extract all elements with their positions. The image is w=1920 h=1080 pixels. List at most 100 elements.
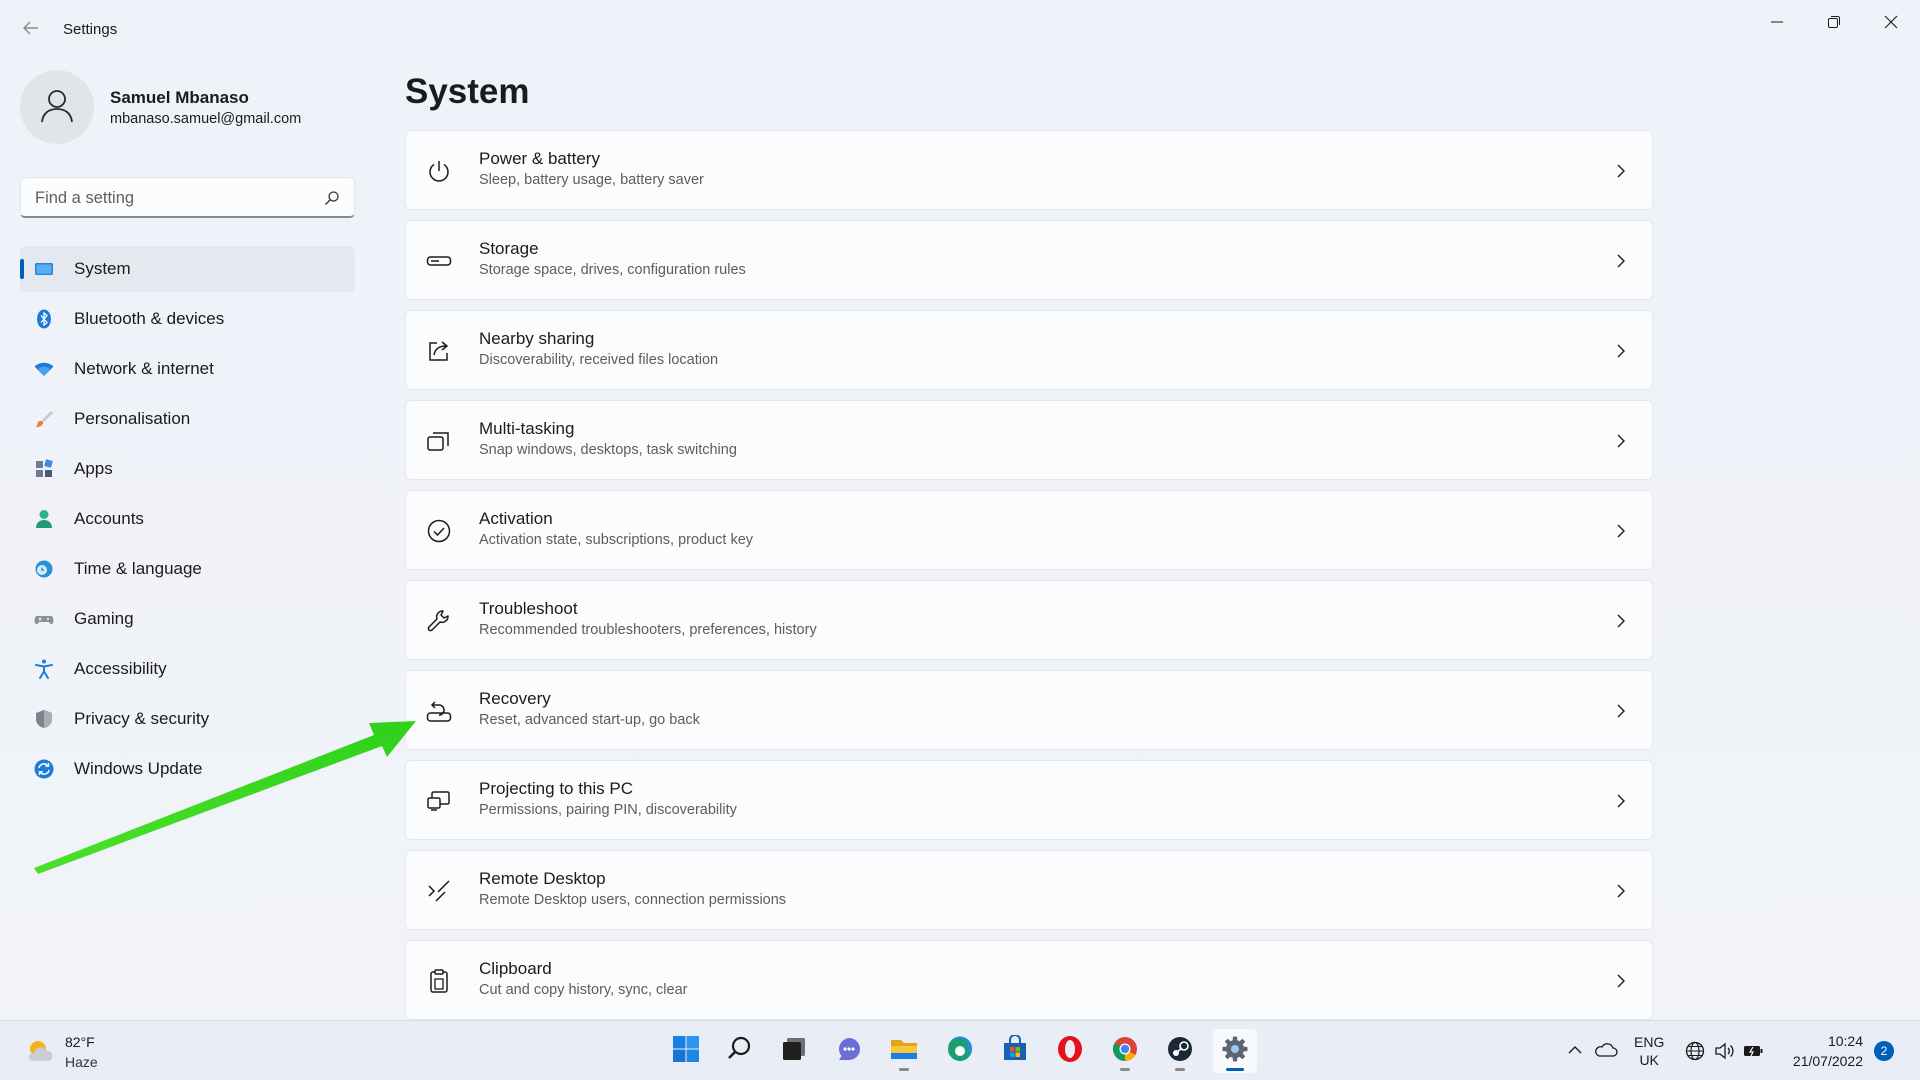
card-title: Remote Desktop: [479, 869, 606, 888]
running-indicator: [1175, 1068, 1185, 1071]
card-clipboard[interactable]: Clipboard Cut and copy history, sync, cl…: [405, 940, 1653, 1020]
sidebar-item-bluetooth[interactable]: Bluetooth & devices: [20, 296, 355, 342]
bluetooth-icon: [33, 308, 55, 330]
shield-icon: [33, 708, 55, 730]
sidebar-item-gaming[interactable]: Gaming: [20, 596, 355, 642]
settings-card-list: Power & battery Sleep, battery usage, ba…: [405, 130, 1653, 1030]
card-description: Sleep, battery usage, battery saver: [479, 172, 704, 188]
taskbar-search-button[interactable]: [718, 1029, 762, 1073]
card-description: Snap windows, desktops, task switching: [479, 442, 737, 458]
card-title: Nearby sharing: [479, 329, 595, 348]
sidebar-item-accounts[interactable]: Accounts: [20, 496, 355, 542]
sidebar-item-time-language[interactable]: Time & language: [20, 546, 355, 592]
taskbar-opera[interactable]: [1048, 1029, 1092, 1073]
settings-gear-icon: [1221, 1035, 1249, 1068]
taskbar-edge[interactable]: [938, 1029, 982, 1073]
card-title: Projecting to this PC: [479, 779, 634, 798]
windows-start-icon: [672, 1035, 700, 1068]
maximize-icon[interactable]: [1811, 6, 1857, 38]
taskbar-start-button[interactable]: [664, 1029, 708, 1073]
task-view-icon: [780, 1035, 808, 1068]
sidebar-item-personalisation[interactable]: Personalisation: [20, 396, 355, 442]
language-indicator[interactable]: ENG UK: [1634, 1033, 1664, 1069]
card-title: Troubleshoot: [479, 599, 578, 618]
weather-temperature[interactable]: 82°F: [65, 1034, 95, 1050]
title-bar: Settings: [0, 0, 1920, 60]
network-globe-icon[interactable]: [1684, 1040, 1706, 1062]
card-description: Reset, advanced start-up, go back: [479, 712, 700, 728]
check-circle-icon: [426, 518, 452, 544]
sidebar-item-network[interactable]: Network & internet: [20, 346, 355, 392]
card-nearby-sharing[interactable]: Nearby sharing Discoverability, received…: [405, 310, 1653, 390]
apps-icon: [33, 458, 55, 480]
onedrive-cloud-icon[interactable]: [1594, 1039, 1618, 1061]
taskbar-store[interactable]: [993, 1029, 1037, 1073]
brush-icon: [33, 408, 55, 430]
chevron-right-icon: [1614, 703, 1628, 719]
volume-icon[interactable]: [1713, 1040, 1735, 1062]
taskbar-task-view-button[interactable]: [772, 1029, 816, 1073]
close-icon[interactable]: [1868, 6, 1914, 38]
person-icon: [37, 85, 77, 130]
card-title: Storage: [479, 239, 539, 258]
card-storage[interactable]: Storage Storage space, drives, configura…: [405, 220, 1653, 300]
avatar[interactable]: [20, 70, 94, 144]
chrome-icon: [1111, 1035, 1139, 1068]
wifi-icon: [33, 358, 55, 380]
card-description: Permissions, pairing PIN, discoverabilit…: [479, 802, 737, 818]
sidebar-item-label: Accessibility: [74, 659, 167, 678]
sidebar-item-apps[interactable]: Apps: [20, 446, 355, 492]
sidebar-item-label: Network & internet: [74, 359, 214, 378]
sidebar-item-accessibility[interactable]: Accessibility: [20, 646, 355, 692]
sidebar-item-label: Time & language: [74, 559, 202, 578]
taskbar-steam[interactable]: [1158, 1029, 1202, 1073]
chevron-right-icon: [1614, 343, 1628, 359]
card-title: Clipboard: [479, 959, 552, 978]
sidebar-item-system[interactable]: System: [20, 246, 355, 292]
battery-charging-icon[interactable]: [1742, 1040, 1764, 1062]
time-language-icon: [33, 558, 55, 580]
projecting-icon: [426, 788, 452, 814]
notification-badge[interactable]: 2: [1874, 1041, 1894, 1061]
card-troubleshoot[interactable]: Troubleshoot Recommended troubleshooters…: [405, 580, 1653, 660]
taskbar-settings[interactable]: [1213, 1029, 1257, 1073]
user-email: mbanaso.samuel@gmail.com: [110, 111, 302, 127]
accounts-icon: [33, 508, 55, 530]
card-power-battery[interactable]: Power & battery Sleep, battery usage, ba…: [405, 130, 1653, 210]
card-title: Power & battery: [479, 149, 600, 168]
chevron-right-icon: [1614, 613, 1628, 629]
card-multitasking[interactable]: Multi-tasking Snap windows, desktops, ta…: [405, 400, 1653, 480]
multitasking-icon: [426, 428, 452, 454]
minimize-icon[interactable]: [1754, 6, 1800, 38]
edge-icon: [946, 1035, 974, 1068]
chevron-right-icon: [1614, 883, 1628, 899]
search-icon[interactable]: [324, 190, 340, 206]
search-placeholder: Find a setting: [35, 189, 135, 207]
card-activation[interactable]: Activation Activation state, subscriptio…: [405, 490, 1653, 570]
search-input[interactable]: Find a setting: [20, 177, 355, 218]
card-projecting[interactable]: Projecting to this PC Permissions, pairi…: [405, 760, 1653, 840]
taskbar-file-explorer[interactable]: [882, 1029, 926, 1073]
card-title: Recovery: [479, 689, 551, 708]
sidebar-item-privacy[interactable]: Privacy & security: [20, 696, 355, 742]
power-icon: [426, 158, 452, 184]
card-remote-desktop[interactable]: Remote Desktop Remote Desktop users, con…: [405, 850, 1653, 930]
weather-sun-cloud-icon[interactable]: [24, 1035, 56, 1067]
card-recovery[interactable]: Recovery Reset, advanced start-up, go ba…: [405, 670, 1653, 750]
weather-condition[interactable]: Haze: [65, 1054, 98, 1070]
chevron-up-icon[interactable]: [1566, 1041, 1584, 1059]
sidebar-item-label: Windows Update: [74, 759, 203, 778]
teams-chat-icon: [835, 1035, 863, 1068]
taskbar-chrome[interactable]: [1103, 1029, 1147, 1073]
clock-date[interactable]: 21/07/2022: [1793, 1053, 1863, 1069]
sidebar-item-label: Gaming: [74, 609, 134, 628]
clock-time[interactable]: 10:24: [1828, 1033, 1863, 1049]
taskbar-chat-button[interactable]: [827, 1029, 871, 1073]
card-description: Storage space, drives, configuration rul…: [479, 262, 746, 278]
sidebar-item-windows-update[interactable]: Windows Update: [20, 746, 355, 792]
gaming-icon: [33, 608, 55, 630]
page-title: System: [405, 72, 530, 111]
back-arrow-icon[interactable]: [20, 18, 42, 40]
steam-icon: [1166, 1035, 1194, 1068]
card-title: Activation: [479, 509, 553, 528]
